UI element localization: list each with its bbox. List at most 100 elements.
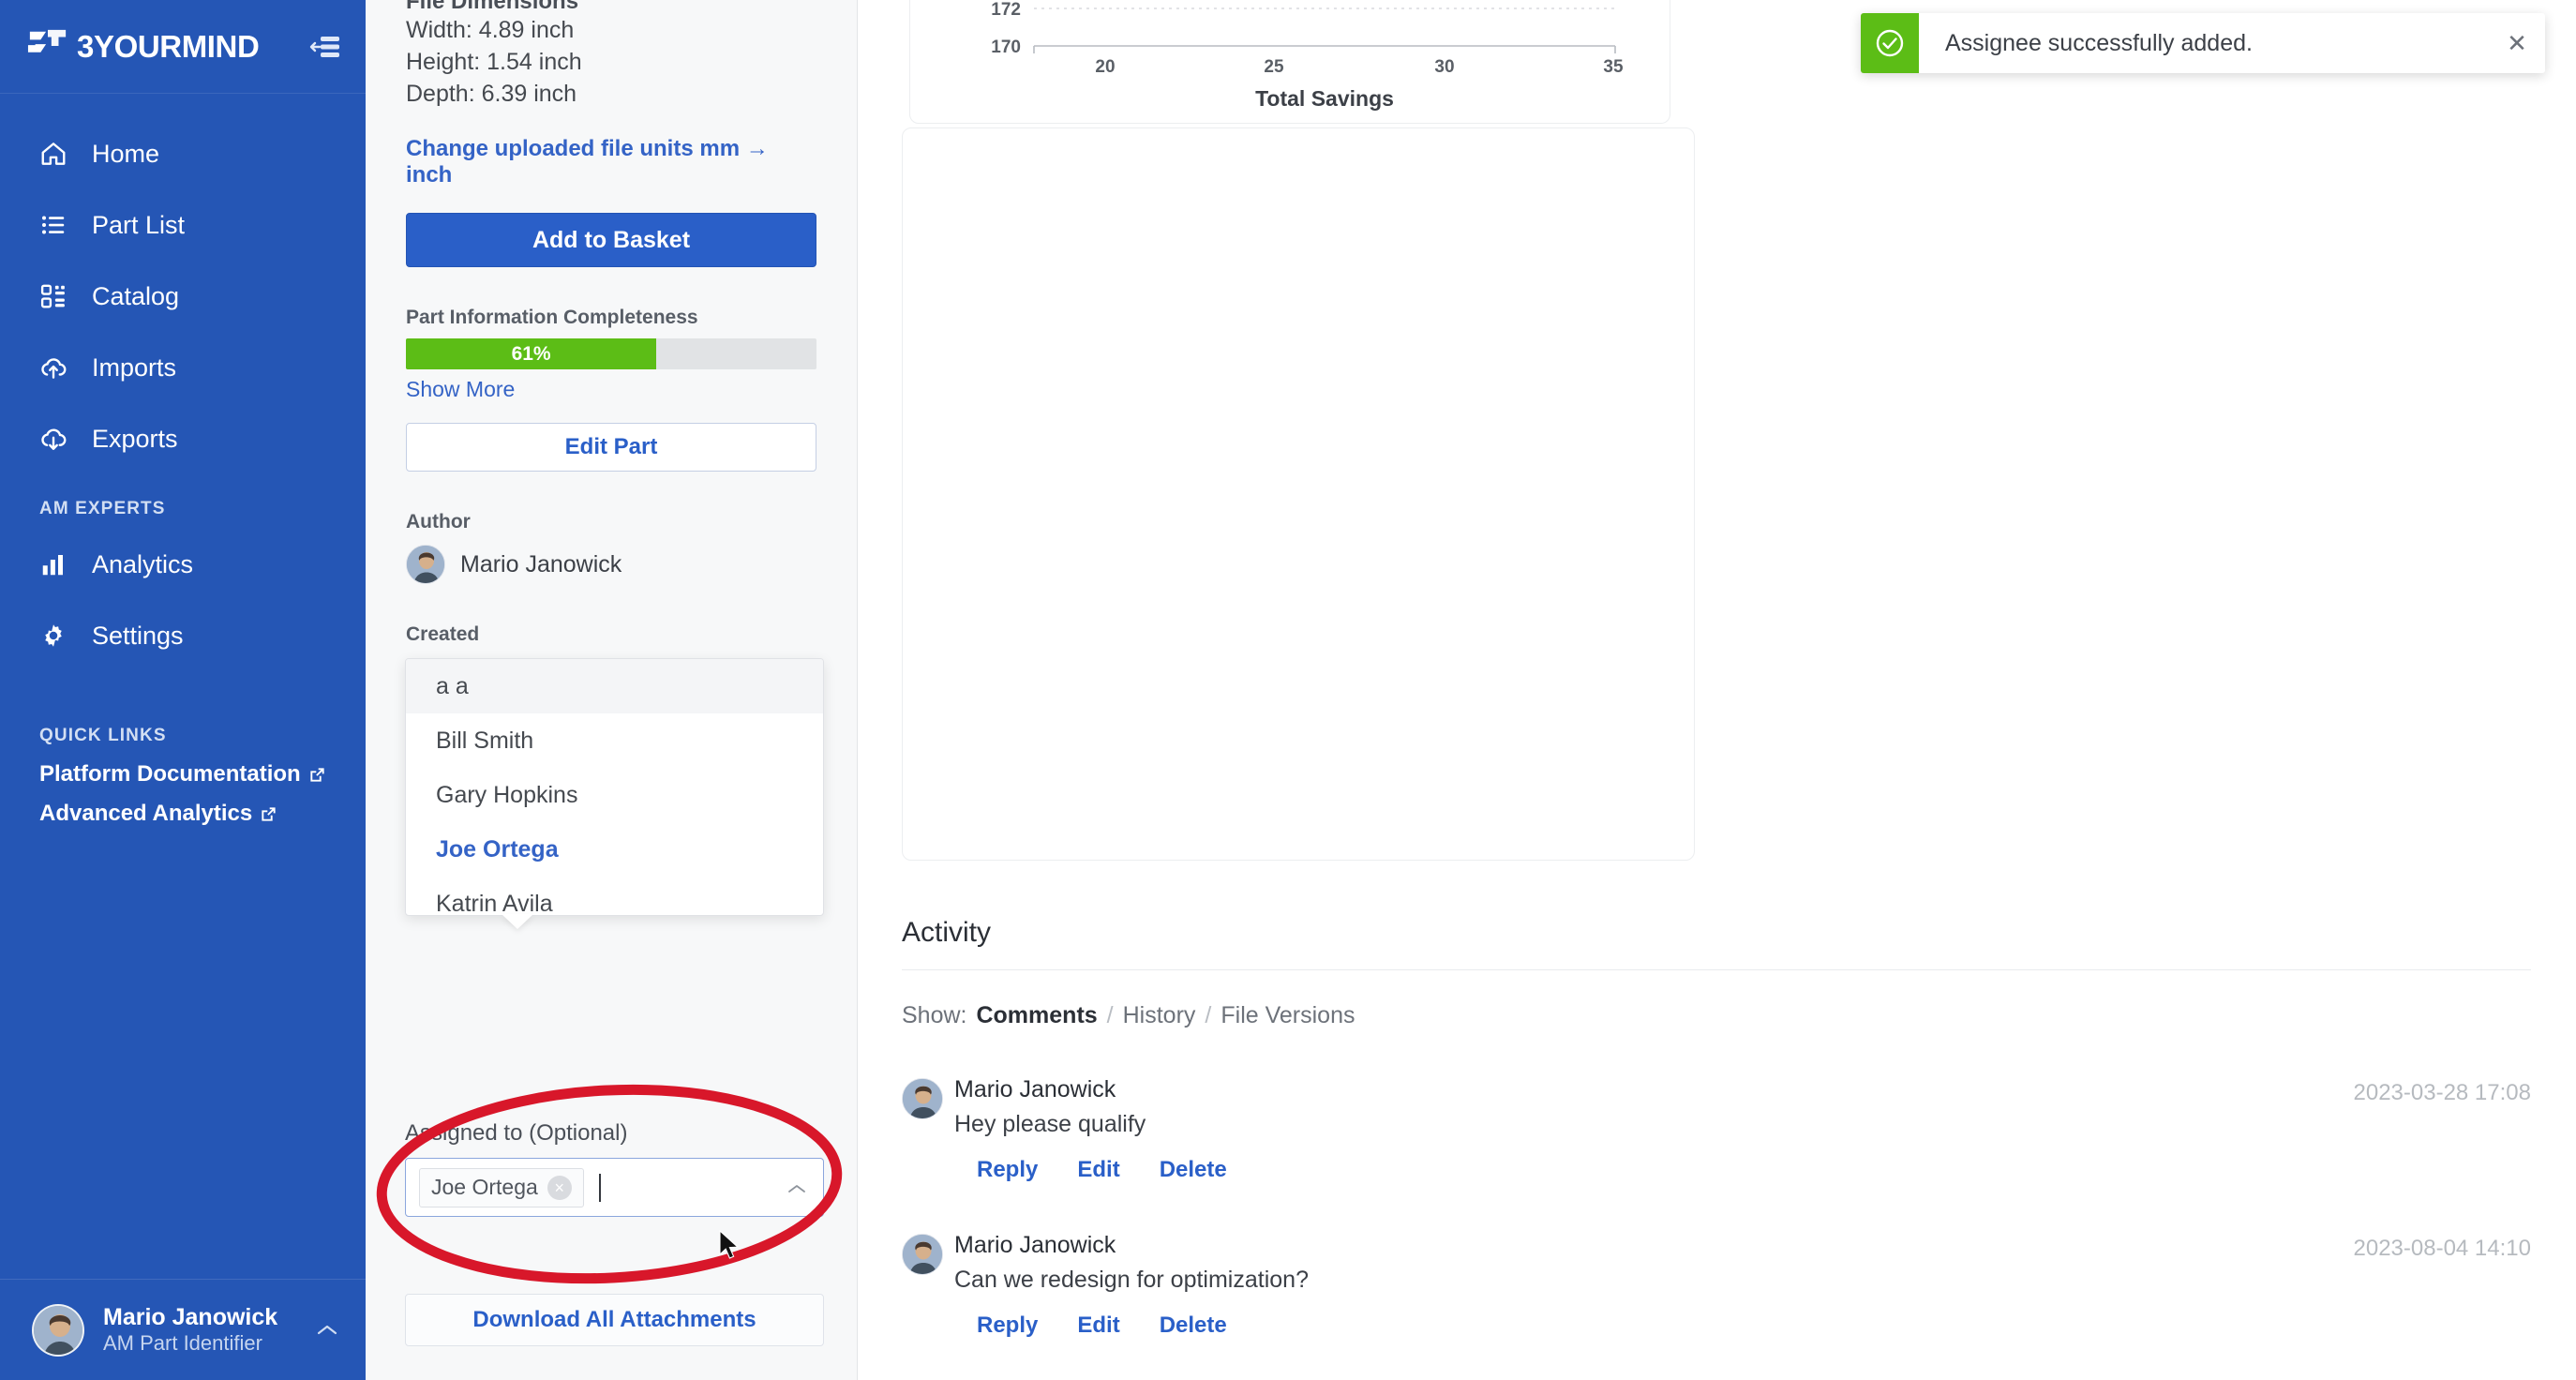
app-root: 3YOURMIND Home Part List Catalog Imports… xyxy=(0,0,2576,1380)
show-more-link[interactable]: Show More xyxy=(406,377,515,402)
main-content: 172 170 20 25 30 35 Total Savings Activi… xyxy=(859,0,2576,1380)
sidebar-item-part-list[interactable]: Part List xyxy=(0,189,366,261)
avatar xyxy=(902,1234,943,1275)
assignee-option[interactable]: Gary Hopkins xyxy=(406,768,823,822)
delete-button[interactable]: Delete xyxy=(1160,1312,1227,1339)
sidebar-item-label: Exports xyxy=(92,424,178,453)
sidebar-item-settings[interactable]: Settings xyxy=(0,600,366,671)
savings-chart: 172 170 20 25 30 35 Total Savings xyxy=(991,0,1624,111)
toast-message: Assignee successfully added. xyxy=(1945,29,2253,56)
sidebar-item-label: Settings xyxy=(92,621,184,650)
divider xyxy=(902,969,2531,970)
chart-x-tick: 30 xyxy=(1434,57,1454,77)
brand-name: 3YOURMIND xyxy=(77,28,260,64)
show-prefix-label: Show: xyxy=(902,1002,967,1028)
part-preview-card xyxy=(902,128,1695,861)
text-caret xyxy=(598,1173,601,1202)
remove-assignee-icon[interactable]: × xyxy=(547,1175,572,1200)
created-label: Created xyxy=(406,623,480,646)
chart-x-tick: 35 xyxy=(1603,57,1624,77)
savings-chart-card: 172 170 20 25 30 35 Total Savings xyxy=(909,0,1670,124)
chart-y-tick: 172 xyxy=(991,0,1021,20)
comment-text: Can we redesign for optimization? xyxy=(954,1267,1309,1293)
activity-section: Activity Show: Comments / History / File… xyxy=(859,917,2576,1339)
assignee-dropdown-list[interactable]: a a Bill Smith Gary Hopkins Joe Ortega Katri… xyxy=(405,658,824,916)
sidebar-item-exports[interactable]: Exports xyxy=(0,403,366,474)
completeness-label: Part Information Completeness xyxy=(406,307,698,329)
external-link-icon xyxy=(310,767,324,782)
delete-button[interactable]: Delete xyxy=(1160,1157,1227,1183)
sidebar-item-label: Part List xyxy=(92,210,186,239)
external-link-icon xyxy=(262,806,276,821)
chevron-up-icon xyxy=(317,1324,337,1337)
comment-actions: Reply Edit Delete xyxy=(954,1157,2576,1183)
assignee-input[interactable]: Joe Ortega × xyxy=(405,1158,824,1217)
sidebar-header: 3YOURMIND xyxy=(0,0,366,94)
author-row: Mario Janowick xyxy=(406,545,816,585)
assignee-option[interactable]: Joe Ortega xyxy=(406,822,823,877)
comment-item: Mario Janowick Hey please qualify Reply … xyxy=(902,1076,2576,1183)
change-file-units-link[interactable]: Change uploaded file units mm → inch xyxy=(406,136,816,188)
add-to-basket-button[interactable]: Add to Basket xyxy=(406,213,816,268)
quick-link-label: Platform Documentation xyxy=(39,761,301,787)
file-height-value: Height: 1.54 inch xyxy=(406,48,582,75)
sidebar-item-label: Catalog xyxy=(92,281,180,310)
comment-actions: Reply Edit Delete xyxy=(954,1312,2576,1339)
quick-link-advanced-analytics[interactable]: Advanced Analytics xyxy=(39,801,326,827)
quick-links-title: QUICK LINKS xyxy=(39,726,167,745)
brand-logo-icon xyxy=(27,29,67,52)
comment-timestamp: 2023-03-28 17:08 xyxy=(2353,1080,2532,1105)
comment-text: Hey please qualify xyxy=(954,1111,1146,1137)
assignee-option[interactable]: Katrin Avila xyxy=(406,877,823,916)
sidebar-item-home[interactable]: Home xyxy=(0,118,366,189)
edit-button[interactable]: Edit xyxy=(1077,1312,1119,1339)
sidebar-item-label: Analytics xyxy=(92,549,194,578)
toast-notification: Assignee successfully added. ✕ xyxy=(1861,13,2545,73)
sidebar-user-text: Mario Janowick AM Part Identifier xyxy=(103,1304,277,1355)
activity-filter-row: Show: Comments / History / File Versions xyxy=(902,1002,2576,1029)
edit-button[interactable]: Edit xyxy=(1077,1157,1119,1183)
completeness-progress-bar: 61% xyxy=(406,338,816,370)
comment-item: Mario Janowick Can we redesign for optim… xyxy=(902,1232,2576,1339)
reply-button[interactable]: Reply xyxy=(977,1312,1038,1339)
bar-chart-icon xyxy=(42,555,63,576)
author-label: Author xyxy=(406,511,471,533)
sidebar-item-analytics[interactable]: Analytics xyxy=(0,529,366,600)
tab-history[interactable]: History xyxy=(1123,1002,1196,1029)
sidebar-user-menu[interactable]: Mario Janowick AM Part Identifier xyxy=(0,1279,366,1380)
file-depth-value: Depth: 6.39 inch xyxy=(406,80,577,107)
comment-author: Mario Janowick xyxy=(954,1076,1116,1102)
tab-file-versions[interactable]: File Versions xyxy=(1221,1002,1355,1029)
sidebar-item-imports[interactable]: Imports xyxy=(0,332,366,403)
sidebar-user-role: AM Part Identifier xyxy=(103,1331,262,1356)
cloud-upload-icon xyxy=(41,358,67,379)
close-icon[interactable]: ✕ xyxy=(2489,13,2545,73)
assignee-option[interactable]: a a xyxy=(406,659,823,713)
sidebar-item-label: Imports xyxy=(92,352,177,382)
quick-link-platform-documentation[interactable]: Platform Documentation xyxy=(39,761,326,788)
file-width-value: Width: 4.89 inch xyxy=(406,17,575,43)
assigned-to-label: Assigned to (Optional) xyxy=(405,1120,628,1146)
quick-links-section: QUICK LINKS Platform Documentation Advan… xyxy=(0,716,366,840)
download-all-attachments-button[interactable]: Download All Attachments xyxy=(405,1294,824,1346)
chevron-up-icon[interactable] xyxy=(787,1182,806,1193)
comment-timestamp: 2023-08-04 14:10 xyxy=(2353,1236,2532,1261)
gear-icon xyxy=(45,624,62,647)
file-dimensions-title: File Dimensions xyxy=(406,0,579,14)
sidebar-nav: Home Part List Catalog Imports Exports xyxy=(0,94,366,474)
assignee-option[interactable]: Bill Smith xyxy=(406,713,823,768)
avatar xyxy=(406,545,445,585)
catalog-grid-icon xyxy=(40,284,65,308)
quick-link-label: Advanced Analytics xyxy=(39,801,253,826)
reply-button[interactable]: Reply xyxy=(977,1157,1038,1183)
collapse-panel-icon[interactable] xyxy=(309,34,341,60)
tab-comments[interactable]: Comments xyxy=(976,1002,1097,1029)
sidebar-expert-nav: Analytics Settings xyxy=(0,529,366,671)
dropdown-caret-icon xyxy=(502,914,533,929)
sidebar-item-catalog[interactable]: Catalog xyxy=(0,261,366,332)
sidebar-user-name: Mario Janowick xyxy=(103,1304,278,1331)
sidebar-section-title: AM EXPERTS xyxy=(39,499,166,518)
edit-part-button[interactable]: Edit Part xyxy=(406,423,816,472)
author-name: Mario Janowick xyxy=(460,550,622,578)
